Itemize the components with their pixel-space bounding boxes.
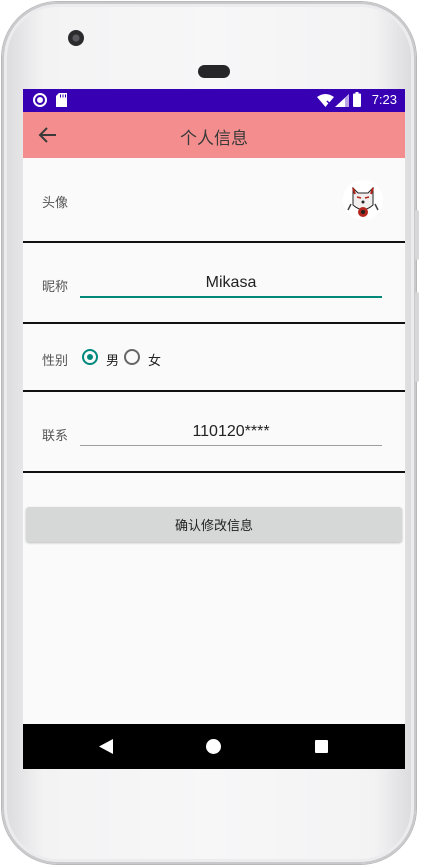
sd-card-icon [56,93,67,107]
wifi-icon [317,94,334,107]
gender-male-label[interactable]: 男 [106,350,119,369]
divider [23,322,405,324]
confirm-button[interactable]: 确认修改信息 [26,507,402,542]
app-bar: 个人信息 [23,112,405,158]
volume-button [415,292,419,382]
avatar-image [343,180,383,220]
clock: 7:23 [371,92,397,107]
record-icon [33,93,47,107]
divider [23,390,405,392]
phone-frame: 7:23 个人信息 头像 昵称 Mikasa 性别 男 女 联系 110120*… [2,2,419,864]
home-circle-icon[interactable] [206,739,221,754]
screen: 7:23 个人信息 头像 昵称 Mikasa 性别 男 女 联系 110120*… [23,89,405,769]
gender-female-label[interactable]: 女 [148,350,161,369]
page-title: 个人信息 [180,129,248,149]
earpiece-speaker [198,65,230,78]
recents-square-icon[interactable] [315,740,328,753]
nickname-label: 昵称 [42,280,69,295]
avatar-label: 头像 [42,196,69,211]
gender-female-radio[interactable] [124,349,140,365]
status-bar: 7:23 [23,89,405,112]
contact-input[interactable] [80,419,382,446]
divider [23,241,405,243]
nickname-input[interactable] [80,270,382,298]
front-camera [68,30,84,46]
navigation-bar [23,724,405,769]
back-triangle-icon[interactable] [99,739,113,754]
avatar[interactable] [343,180,383,220]
power-button [415,210,419,260]
gender-label: 性别 [42,354,69,369]
divider [23,471,405,473]
signal-icon [335,94,349,107]
battery-icon [353,92,361,107]
gender-male-radio[interactable] [82,349,98,365]
contact-label: 联系 [42,429,69,444]
